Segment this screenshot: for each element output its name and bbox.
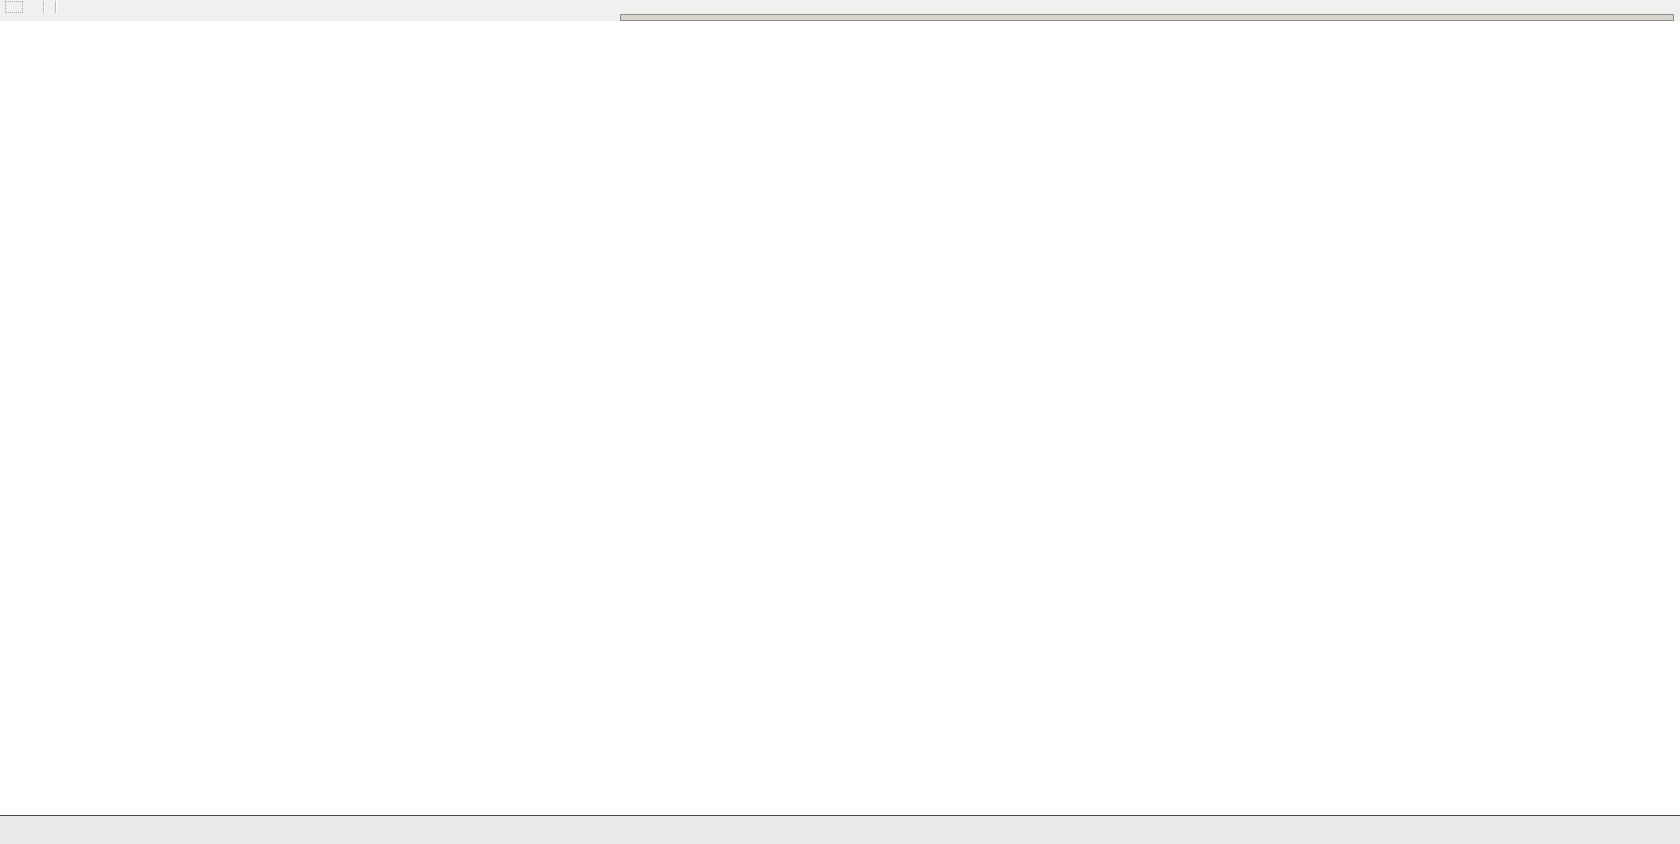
symbol-tabs [18, 816, 1680, 817]
scrollbar-thumb[interactable] [620, 14, 1674, 21]
chart-horizontal-scrollbar[interactable] [0, 14, 1680, 21]
toolbar-separator [55, 1, 57, 13]
drawing-tool-button[interactable] [29, 1, 38, 13]
toolbar-separator [43, 1, 45, 13]
tab-scroll-arrows [1624, 822, 1672, 832]
time-axis [0, 797, 1680, 813]
mt4-window [0, 0, 1680, 844]
text-tool-button[interactable] [5, 1, 23, 13]
toolbar [0, 0, 1680, 14]
chart-canvas[interactable] [0, 0, 1680, 844]
symbol-tab-bar [0, 815, 1680, 844]
